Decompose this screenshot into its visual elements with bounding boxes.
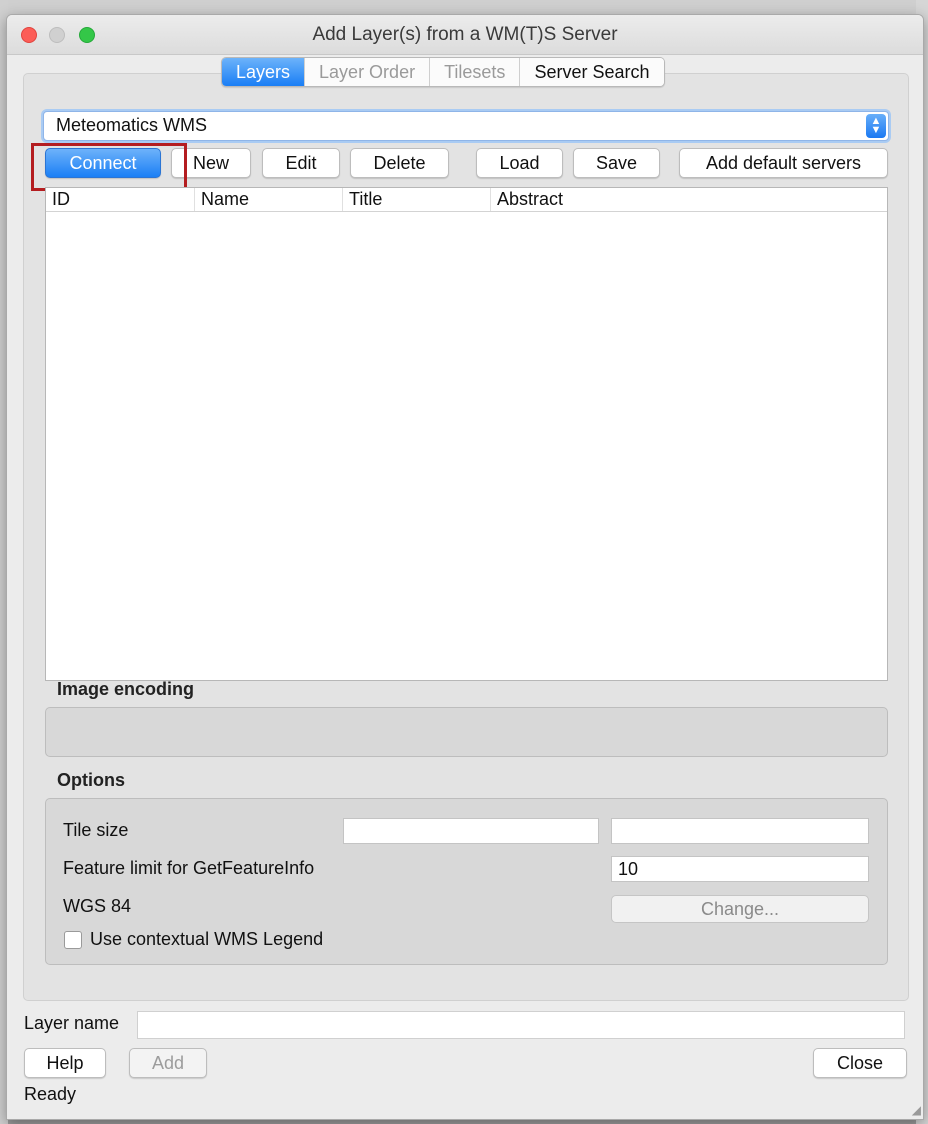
new-button[interactable]: New [171, 148, 251, 178]
layer-name-input[interactable] [137, 1011, 905, 1039]
image-encoding-group [45, 707, 888, 757]
change-crs-button[interactable]: Change... [611, 895, 869, 923]
save-button[interactable]: Save [573, 148, 660, 178]
tile-size-label: Tile size [63, 820, 129, 840]
server-select[interactable]: Meteomatics WMS ▲ ▼ [43, 111, 889, 141]
image-encoding-label: Image encoding [57, 679, 195, 699]
column-header-name[interactable]: Name [194, 188, 342, 211]
delete-button[interactable]: Delete [350, 148, 449, 178]
close-button[interactable]: Close [813, 1048, 907, 1078]
add-default-servers-button[interactable]: Add default servers [679, 148, 888, 178]
contextual-legend-checkbox[interactable] [64, 931, 82, 949]
tile-width-input[interactable] [343, 818, 599, 844]
layers-table[interactable]: ID Name Title Abstract [45, 187, 888, 681]
connect-button[interactable]: Connect [45, 148, 161, 178]
feature-limit-input[interactable]: 10 [611, 856, 869, 882]
tab-layer-order[interactable]: Layer Order [305, 58, 431, 86]
contextual-legend-label: Use contextual WMS Legend [90, 929, 324, 949]
layer-name-label: Layer name [24, 1013, 120, 1033]
column-header-title[interactable]: Title [342, 188, 490, 211]
window-title: Add Layer(s) from a WM(T)S Server [312, 24, 618, 45]
tile-height-input[interactable] [611, 818, 869, 844]
crs-label: WGS 84 [63, 896, 132, 916]
options-label: Options [57, 770, 125, 790]
wms-dialog-window: Add Layer(s) from a WM(T)S Server Layers… [6, 14, 924, 1120]
tab-bar: Layers Layer Order Tilesets Server Searc… [221, 57, 665, 87]
status-text: Ready [24, 1084, 77, 1104]
edit-button[interactable]: Edit [262, 148, 340, 178]
add-button[interactable]: Add [129, 1048, 207, 1078]
load-button[interactable]: Load [476, 148, 563, 178]
column-header-id[interactable]: ID [46, 188, 194, 211]
table-header: ID Name Title Abstract [46, 188, 887, 212]
tab-layers[interactable]: Layers [222, 58, 306, 86]
feature-limit-label: Feature limit for GetFeatureInfo [63, 858, 315, 878]
column-header-abstract[interactable]: Abstract [490, 188, 887, 211]
server-select-value: Meteomatics WMS [56, 115, 208, 135]
tab-server-search[interactable]: Server Search [520, 58, 664, 86]
title-bar: Add Layer(s) from a WM(T)S Server [7, 15, 923, 55]
updown-chevron-icon[interactable]: ▲ ▼ [866, 114, 886, 138]
resize-grip-icon[interactable]: ◢ [907, 1103, 921, 1117]
tab-tilesets[interactable]: Tilesets [430, 58, 521, 86]
help-button[interactable]: Help [24, 1048, 106, 1078]
